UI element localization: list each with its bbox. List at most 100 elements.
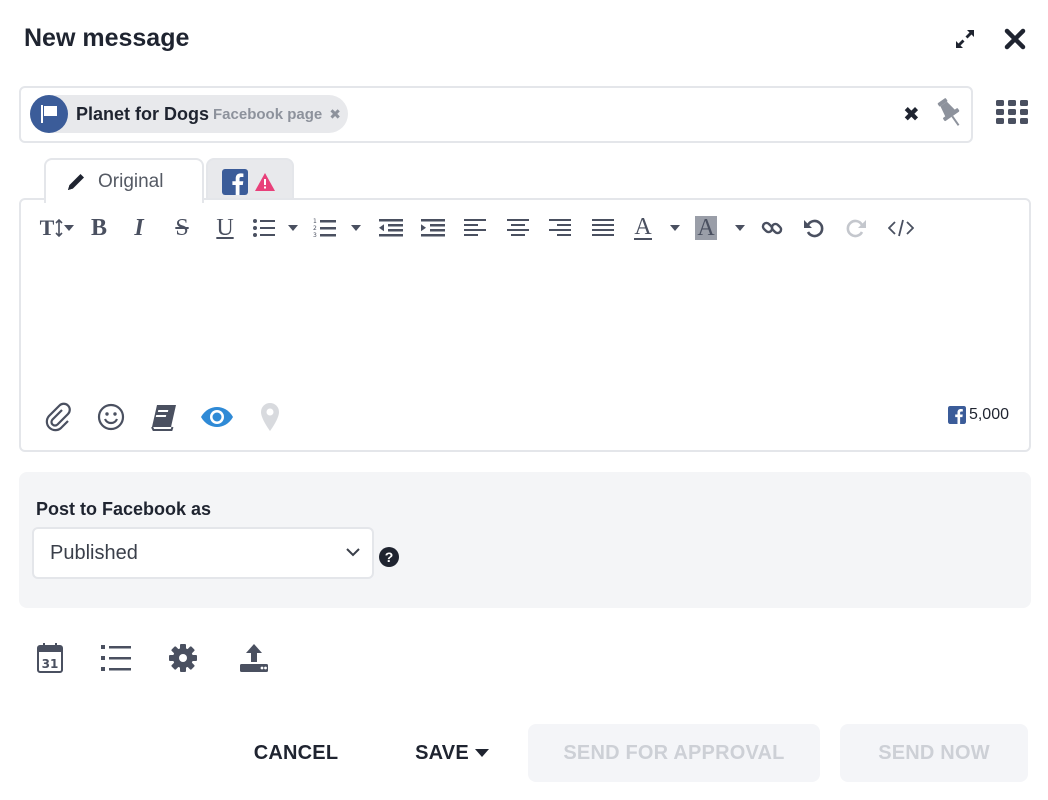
pencil-icon xyxy=(68,173,84,190)
upload-button[interactable] xyxy=(236,640,272,676)
tab-original[interactable]: Original xyxy=(44,158,204,203)
send-for-approval-button[interactable]: SEND FOR APPROVAL xyxy=(528,724,820,782)
outdent-button[interactable] xyxy=(369,212,413,244)
bullet-list-icon xyxy=(253,219,275,237)
recipient-chip[interactable]: Planet for Dogs Facebook page ✖ xyxy=(30,95,348,133)
close-icon xyxy=(1004,28,1026,50)
grid-icon xyxy=(996,100,1028,124)
source-code-button[interactable] xyxy=(877,212,925,244)
preview-button[interactable] xyxy=(200,400,234,434)
clear-recipients-icon[interactable]: ✖ xyxy=(903,102,920,127)
justify-icon xyxy=(592,219,614,236)
facebook-icon xyxy=(947,406,966,424)
cancel-button[interactable]: CANCEL xyxy=(240,724,352,782)
send-now-button[interactable]: SEND NOW xyxy=(840,724,1028,782)
undo-button[interactable] xyxy=(793,212,835,244)
attach-button[interactable] xyxy=(41,400,75,434)
list-icon xyxy=(101,645,131,671)
font-size-button[interactable]: T xyxy=(35,212,79,244)
outdent-icon xyxy=(379,219,403,237)
chevron-down-icon xyxy=(64,225,75,231)
chevron-down-icon xyxy=(288,225,298,231)
bold-button[interactable]: B xyxy=(79,212,119,244)
font-color-button[interactable]: A xyxy=(625,212,689,244)
list-view-button[interactable] xyxy=(98,640,134,676)
strikethrough-button[interactable]: S xyxy=(159,212,205,244)
formatting-toolbar: T B I S U 123 A A xyxy=(35,212,925,244)
remove-recipient-icon[interactable]: ✖ xyxy=(329,106,341,123)
calendar-day: 31 xyxy=(42,657,59,671)
align-center-icon xyxy=(507,219,529,236)
recipient-name: Planet for Dogs xyxy=(76,103,210,124)
calendar-icon: 31 xyxy=(37,643,63,673)
pin-icon xyxy=(937,98,960,126)
link-icon xyxy=(761,221,783,235)
expand-icon xyxy=(956,30,974,48)
background-color-button[interactable]: A xyxy=(689,212,751,244)
chevron-down-icon xyxy=(669,225,680,231)
character-counter: 5,000 xyxy=(947,406,1009,424)
schedule-button[interactable]: 31 xyxy=(32,640,68,676)
post-as-selected-value: Published xyxy=(50,541,138,564)
help-icon[interactable]: ? xyxy=(379,547,399,567)
flag-icon xyxy=(41,105,57,123)
post-as-select[interactable]: Published xyxy=(32,527,374,579)
facebook-icon xyxy=(222,168,248,195)
align-left-button[interactable] xyxy=(453,212,497,244)
align-right-icon xyxy=(549,219,571,236)
paperclip-icon xyxy=(45,402,71,432)
emoji-button[interactable] xyxy=(94,400,128,434)
align-left-icon xyxy=(464,219,486,236)
warning-icon xyxy=(255,172,275,191)
post-as-label: Post to Facebook as xyxy=(36,499,212,519)
redo-icon xyxy=(846,219,866,238)
indent-icon xyxy=(421,219,445,237)
grid-menu-button[interactable] xyxy=(995,99,1029,130)
save-button-label: SAVE xyxy=(415,741,469,764)
new-message-dialog: New message Planet for Dogs Facebook pag… xyxy=(0,0,1048,800)
save-button[interactable]: SAVE xyxy=(404,724,500,782)
font-size-icon xyxy=(55,218,63,238)
smiley-icon xyxy=(97,403,125,431)
align-center-button[interactable] xyxy=(497,212,539,244)
settings-button[interactable] xyxy=(165,640,201,676)
redo-button[interactable] xyxy=(835,212,877,244)
link-button[interactable] xyxy=(751,212,793,244)
dialog-title: New message xyxy=(24,24,190,52)
svg-text:3: 3 xyxy=(313,232,317,239)
post-options-panel: Post to Facebook as Published ? xyxy=(19,472,1031,608)
chevron-down-icon xyxy=(734,225,745,231)
bullet-list-button[interactable] xyxy=(245,212,305,244)
pin-button[interactable] xyxy=(935,96,965,135)
numbered-list-button[interactable]: 123 xyxy=(305,212,369,244)
numbered-list-icon: 123 xyxy=(313,218,336,239)
tab-facebook[interactable] xyxy=(206,158,294,203)
editor-actions xyxy=(41,400,306,434)
code-icon xyxy=(888,219,914,237)
close-button[interactable] xyxy=(1002,26,1028,52)
avatar xyxy=(30,95,68,133)
chevron-down-icon xyxy=(346,548,360,557)
character-count-value: 5,000 xyxy=(968,406,1009,423)
expand-button[interactable] xyxy=(952,26,978,52)
svg-text:1: 1 xyxy=(313,218,317,225)
indent-button[interactable] xyxy=(413,212,453,244)
upload-icon xyxy=(240,644,268,672)
map-pin-icon xyxy=(261,403,279,431)
message-text-area[interactable] xyxy=(35,250,1015,390)
italic-button[interactable]: I xyxy=(119,212,159,244)
content-library-button[interactable] xyxy=(147,400,181,434)
chevron-down-icon xyxy=(351,225,361,231)
justify-button[interactable] xyxy=(581,212,625,244)
chevron-down-icon xyxy=(474,749,489,757)
eye-icon xyxy=(201,407,233,427)
book-icon xyxy=(151,405,176,431)
location-button[interactable] xyxy=(253,400,287,434)
gear-icon xyxy=(169,644,197,672)
underline-button[interactable]: U xyxy=(205,212,245,244)
message-editor: T B I S U 123 A A 5,000 xyxy=(19,198,1031,452)
recipient-selector[interactable]: Planet for Dogs Facebook page ✖ ✖ xyxy=(19,86,973,143)
undo-icon xyxy=(804,219,824,238)
svg-text:2: 2 xyxy=(313,225,317,232)
align-right-button[interactable] xyxy=(539,212,581,244)
